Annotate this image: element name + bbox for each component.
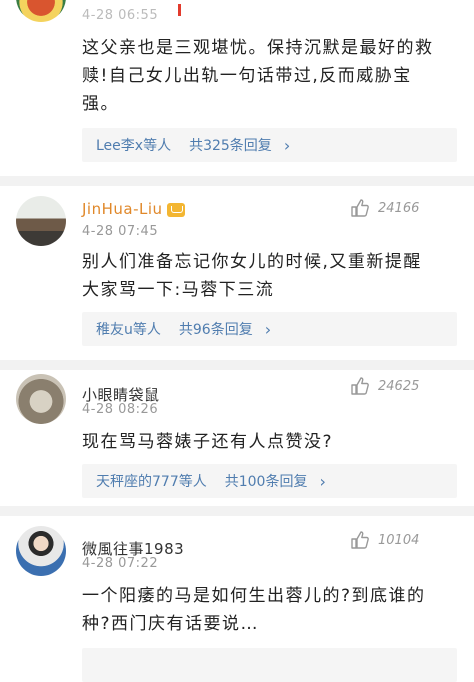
reply-count[interactable]: 共325条回复	[189, 135, 272, 155]
like-count: 24625	[378, 378, 420, 394]
reply-users[interactable]: Lee李x等人	[96, 135, 171, 155]
username[interactable]: JinHua-Liu	[82, 200, 185, 218]
replies-preview[interactable]: 稚友u等人 共96条回复 ›	[82, 312, 457, 346]
thumbs-up-icon	[351, 377, 369, 395]
replies-preview[interactable]	[82, 648, 457, 682]
like-button[interactable]: 24166	[350, 198, 419, 218]
replies-preview[interactable]: 天秤座的777等人 共100条回复 ›	[82, 464, 457, 498]
avatar[interactable]	[16, 526, 66, 576]
like-count: 10104	[378, 532, 420, 548]
comment-feed: 4-28 06:55 这父亲也是三观堪忧。保持沉默是最好的救 赎!自己女儿出轨一…	[0, 0, 474, 682]
comment-text: 一个阳痿的马是如何生出蓉儿的?到底谁的 种?西门庆有话要说…	[82, 586, 426, 634]
avatar[interactable]	[16, 196, 66, 246]
reply-users[interactable]: 稚友u等人	[96, 319, 161, 339]
comment-text: 这父亲也是三观堪忧。保持沉默是最好的救 赎!自己女儿出轨一句话带过,反而威胁宝 …	[82, 38, 434, 114]
avatar[interactable]	[16, 374, 66, 424]
comment-time: 4-28 07:45	[82, 224, 159, 239]
avatar[interactable]	[16, 0, 66, 22]
chevron-right-icon: ›	[264, 319, 272, 339]
comment-text: 别人们准备忘记你女儿的时候,又重新提醒 大家骂一下:马蓉下三流	[82, 252, 422, 300]
replies-preview[interactable]: Lee李x等人 共325条回复 ›	[82, 128, 457, 162]
separator	[0, 506, 474, 516]
thumbs-up-icon	[351, 199, 369, 217]
like-count: 24166	[378, 200, 420, 216]
chevron-right-icon: ›	[319, 471, 326, 491]
crown-badge-icon	[166, 202, 185, 217]
comment-time: 4-28 06:55	[82, 8, 159, 23]
like-button[interactable]: 24625	[350, 376, 419, 396]
comment-text: 现在骂马蓉婊子还有人点赞没?	[82, 432, 334, 452]
reply-count[interactable]: 共100条回复	[225, 471, 308, 491]
like-button[interactable]: 10104	[350, 530, 419, 550]
comment-time: 4-28 08:26	[82, 402, 159, 417]
comment-time: 4-28 07:22	[82, 556, 159, 571]
thumbs-up-icon	[351, 531, 369, 549]
reply-count[interactable]: 共96条回复	[179, 319, 253, 339]
reply-users[interactable]: 天秤座的777等人	[96, 471, 207, 491]
chevron-right-icon: ›	[283, 135, 291, 155]
separator	[0, 360, 474, 370]
hidden-indicator	[178, 4, 181, 16]
separator	[0, 176, 474, 186]
